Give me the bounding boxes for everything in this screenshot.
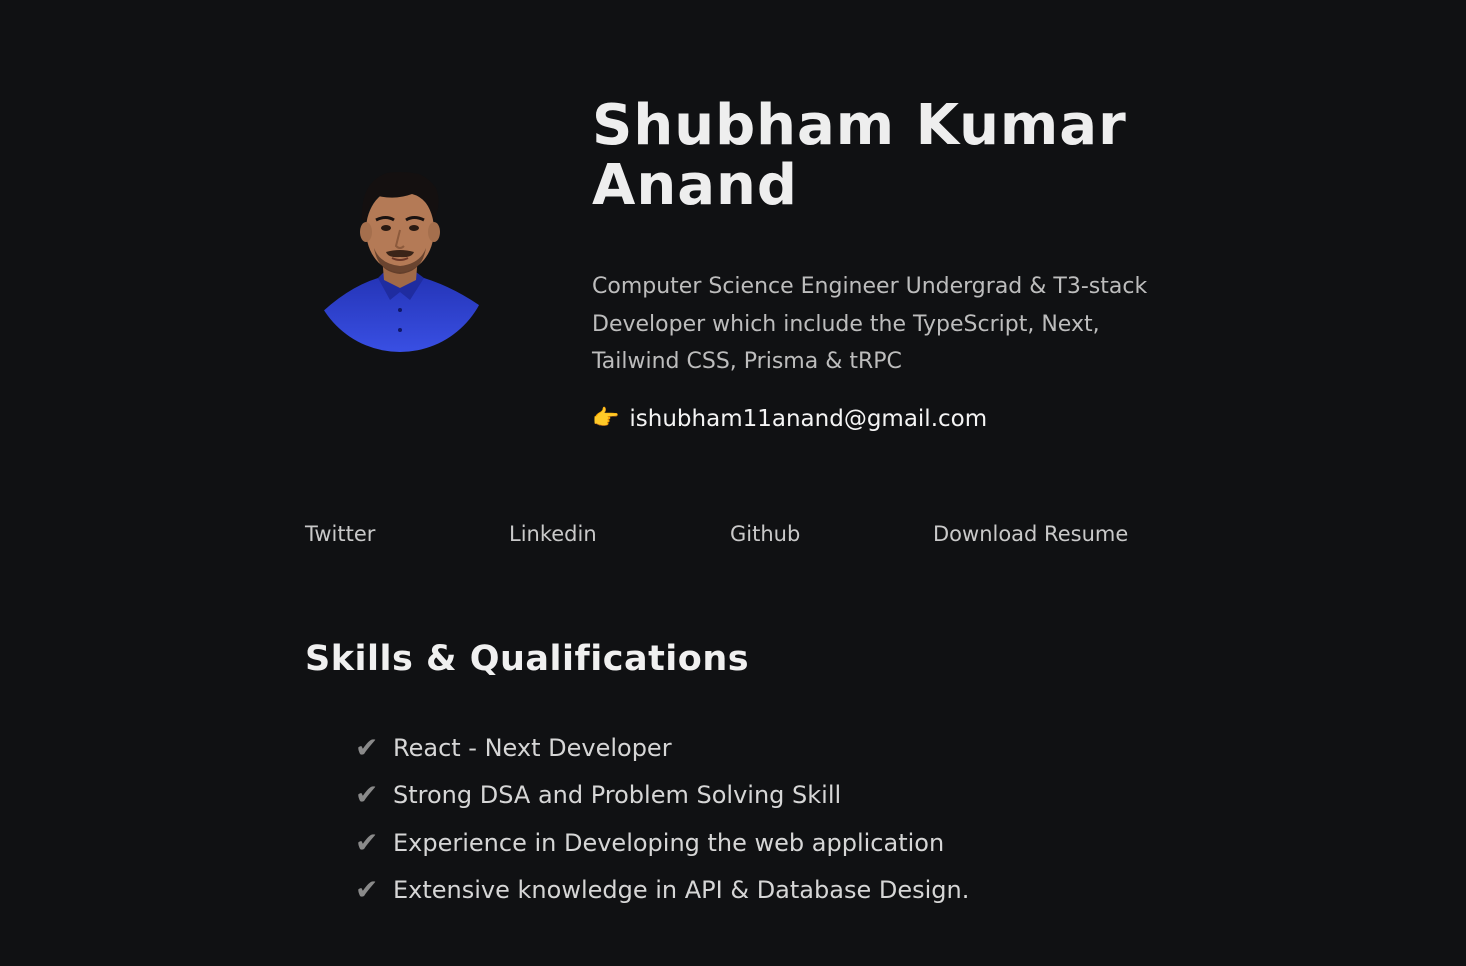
skill-text: React - Next Developer bbox=[393, 733, 672, 762]
social-links: Twitter Linkedin Github Download Resume bbox=[0, 519, 1466, 551]
checkmark-icon: ✔ bbox=[355, 825, 379, 859]
email-link[interactable]: ishubham11anand@gmail.com bbox=[629, 406, 987, 432]
profile-name: Shubham Kumar Anand bbox=[592, 93, 1127, 218]
avatar bbox=[316, 160, 486, 352]
list-item: ✔ React - Next Developer bbox=[355, 724, 969, 772]
download-resume-link[interactable]: Download Resume bbox=[933, 519, 1128, 549]
list-item: ✔ Experience in Developing the web appli… bbox=[355, 819, 969, 867]
skills-heading: Skills & Qualifications bbox=[305, 639, 750, 679]
pointing-hand-icon: 👉 bbox=[592, 406, 620, 431]
list-item: ✔ Extensive knowledge in API & Database … bbox=[355, 867, 969, 915]
skills-list: ✔ React - Next Developer ✔ Strong DSA an… bbox=[355, 724, 969, 914]
profile-photo bbox=[316, 172, 486, 352]
github-link[interactable]: Github bbox=[730, 519, 800, 549]
skill-text: Extensive knowledge in API & Database De… bbox=[393, 876, 970, 905]
list-item: ✔ Strong DSA and Problem Solving Skill bbox=[355, 772, 969, 820]
skill-text: Experience in Developing the web applica… bbox=[393, 828, 945, 857]
email-row: 👉 ishubham11anand@gmail.com bbox=[592, 406, 987, 432]
linkedin-link[interactable]: Linkedin bbox=[509, 519, 597, 549]
checkmark-icon: ✔ bbox=[355, 730, 379, 764]
skill-text: Strong DSA and Problem Solving Skill bbox=[393, 781, 842, 810]
twitter-link[interactable]: Twitter bbox=[305, 519, 375, 549]
checkmark-icon: ✔ bbox=[355, 778, 379, 812]
profile-bio: Computer Science Engineer Undergrad & T3… bbox=[592, 274, 1148, 374]
portfolio-page: Shubham Kumar Anand Computer Science Eng… bbox=[0, 0, 1466, 966]
checkmark-icon: ✔ bbox=[355, 873, 379, 907]
